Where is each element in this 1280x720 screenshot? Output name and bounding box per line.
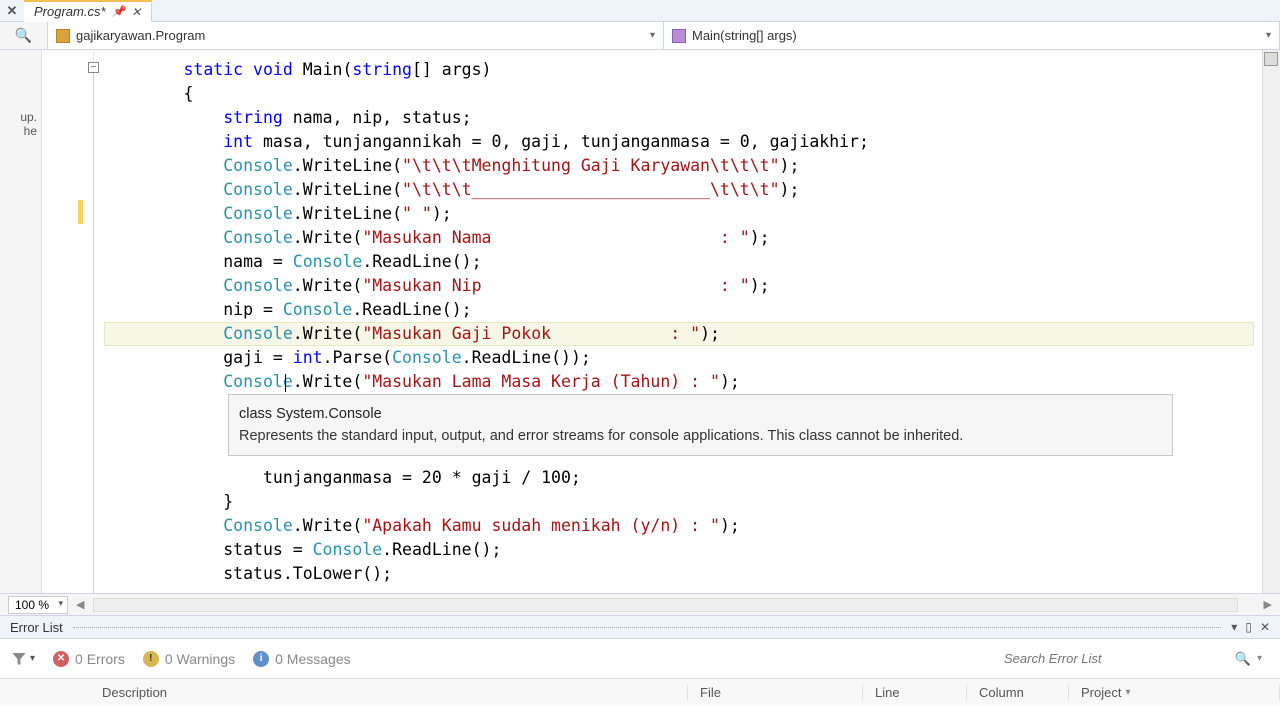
file-tab[interactable]: Program.cs* 📌 ✕: [24, 0, 152, 22]
text-cursor: [285, 374, 286, 392]
error-filter-bar: ▾ ✕ 0 Errors ! 0 Warnings i 0 Messages 🔍…: [0, 639, 1280, 679]
chevron-down-icon[interactable]: ▾: [1257, 653, 1262, 664]
dropdown-position-icon[interactable]: ▾: [1231, 620, 1237, 634]
quick-search-gutter: 🔍: [0, 22, 48, 49]
info-icon: i: [253, 651, 269, 667]
chevron-down-icon: ▾: [1266, 30, 1271, 41]
error-search-input[interactable]: [1004, 651, 1229, 666]
sort-icon: ▾: [1125, 687, 1130, 698]
code-content[interactable]: static void Main(string[] args) { string…: [104, 58, 869, 586]
header-grip[interactable]: [73, 627, 1222, 628]
horizontal-scrollbar[interactable]: [93, 598, 1238, 612]
namespace-text: gajikaryawan.Program: [76, 28, 205, 43]
error-icon: ✕: [53, 651, 69, 667]
editor-area: up. he − static void Main(string[] args)…: [0, 50, 1280, 593]
warning-icon: !: [143, 651, 159, 667]
messages-filter[interactable]: i 0 Messages: [253, 651, 350, 667]
chevron-down-icon: ▾: [650, 30, 655, 41]
col-project[interactable]: Project ▾: [1069, 685, 1280, 700]
fold-toggle[interactable]: −: [88, 62, 99, 73]
side-text: up.: [0, 110, 37, 124]
search-icon[interactable]: 🔍: [1235, 651, 1251, 667]
errors-filter[interactable]: ✕ 0 Errors: [53, 651, 125, 667]
method-icon: [672, 29, 686, 43]
side-panel-fragment: up. he: [0, 50, 42, 593]
scroll-left-icon[interactable]: ◀: [76, 598, 84, 611]
funnel-icon: [12, 653, 26, 665]
col-file[interactable]: File: [688, 685, 863, 700]
method-dropdown[interactable]: Main(string[] args) ▾: [664, 22, 1280, 49]
warnings-filter[interactable]: ! 0 Warnings: [143, 651, 235, 667]
intellisense-tooltip: class System.Console Represents the stan…: [228, 394, 1173, 456]
tooltip-title: class System.Console: [239, 403, 1162, 425]
outline-gutter: −: [42, 50, 94, 593]
split-view-icon[interactable]: [1264, 52, 1278, 66]
autohide-icon[interactable]: ▯: [1245, 620, 1252, 634]
side-text: he: [0, 124, 37, 138]
search-icon[interactable]: 🔍: [15, 27, 32, 44]
col-column[interactable]: Column: [967, 685, 1069, 700]
nav-dropdown-bar: 🔍 gajikaryawan.Program ▾ Main(string[] a…: [0, 22, 1280, 50]
tab-close-icon[interactable]: ✕: [131, 5, 141, 19]
pin-icon[interactable]: 📌: [112, 5, 126, 18]
class-icon: [56, 29, 70, 43]
vertical-scrollbar[interactable]: [1262, 50, 1280, 593]
zoom-selector[interactable]: 100 %: [8, 596, 68, 614]
error-search-box[interactable]: 🔍 ▾: [998, 648, 1268, 670]
scroll-right-icon[interactable]: ▶: [1264, 598, 1272, 611]
method-text: Main(string[] args): [692, 28, 797, 43]
tab-filename: Program.cs*: [34, 4, 106, 19]
panel-close-icon[interactable]: ✕: [0, 3, 24, 19]
close-panel-icon[interactable]: ✕: [1260, 620, 1270, 634]
error-columns: Description File Line Column Project ▾: [0, 679, 1280, 705]
error-list-title: Error List: [10, 620, 63, 635]
tab-bar: ✕ Program.cs* 📌 ✕: [0, 0, 1280, 22]
col-line[interactable]: Line: [863, 685, 967, 700]
filter-button[interactable]: ▾: [12, 653, 35, 665]
code-panel[interactable]: − static void Main(string[] args) { stri…: [42, 50, 1280, 593]
col-description[interactable]: Description: [90, 685, 688, 700]
change-indicator: [78, 200, 83, 224]
zoom-bar: 100 % ◀ ▶: [0, 593, 1280, 615]
error-list-header: Error List ▾ ▯ ✕: [0, 615, 1280, 639]
namespace-dropdown[interactable]: gajikaryawan.Program ▾: [48, 22, 664, 49]
tooltip-description: Represents the standard input, output, a…: [239, 425, 1162, 447]
fold-line: [93, 73, 94, 593]
